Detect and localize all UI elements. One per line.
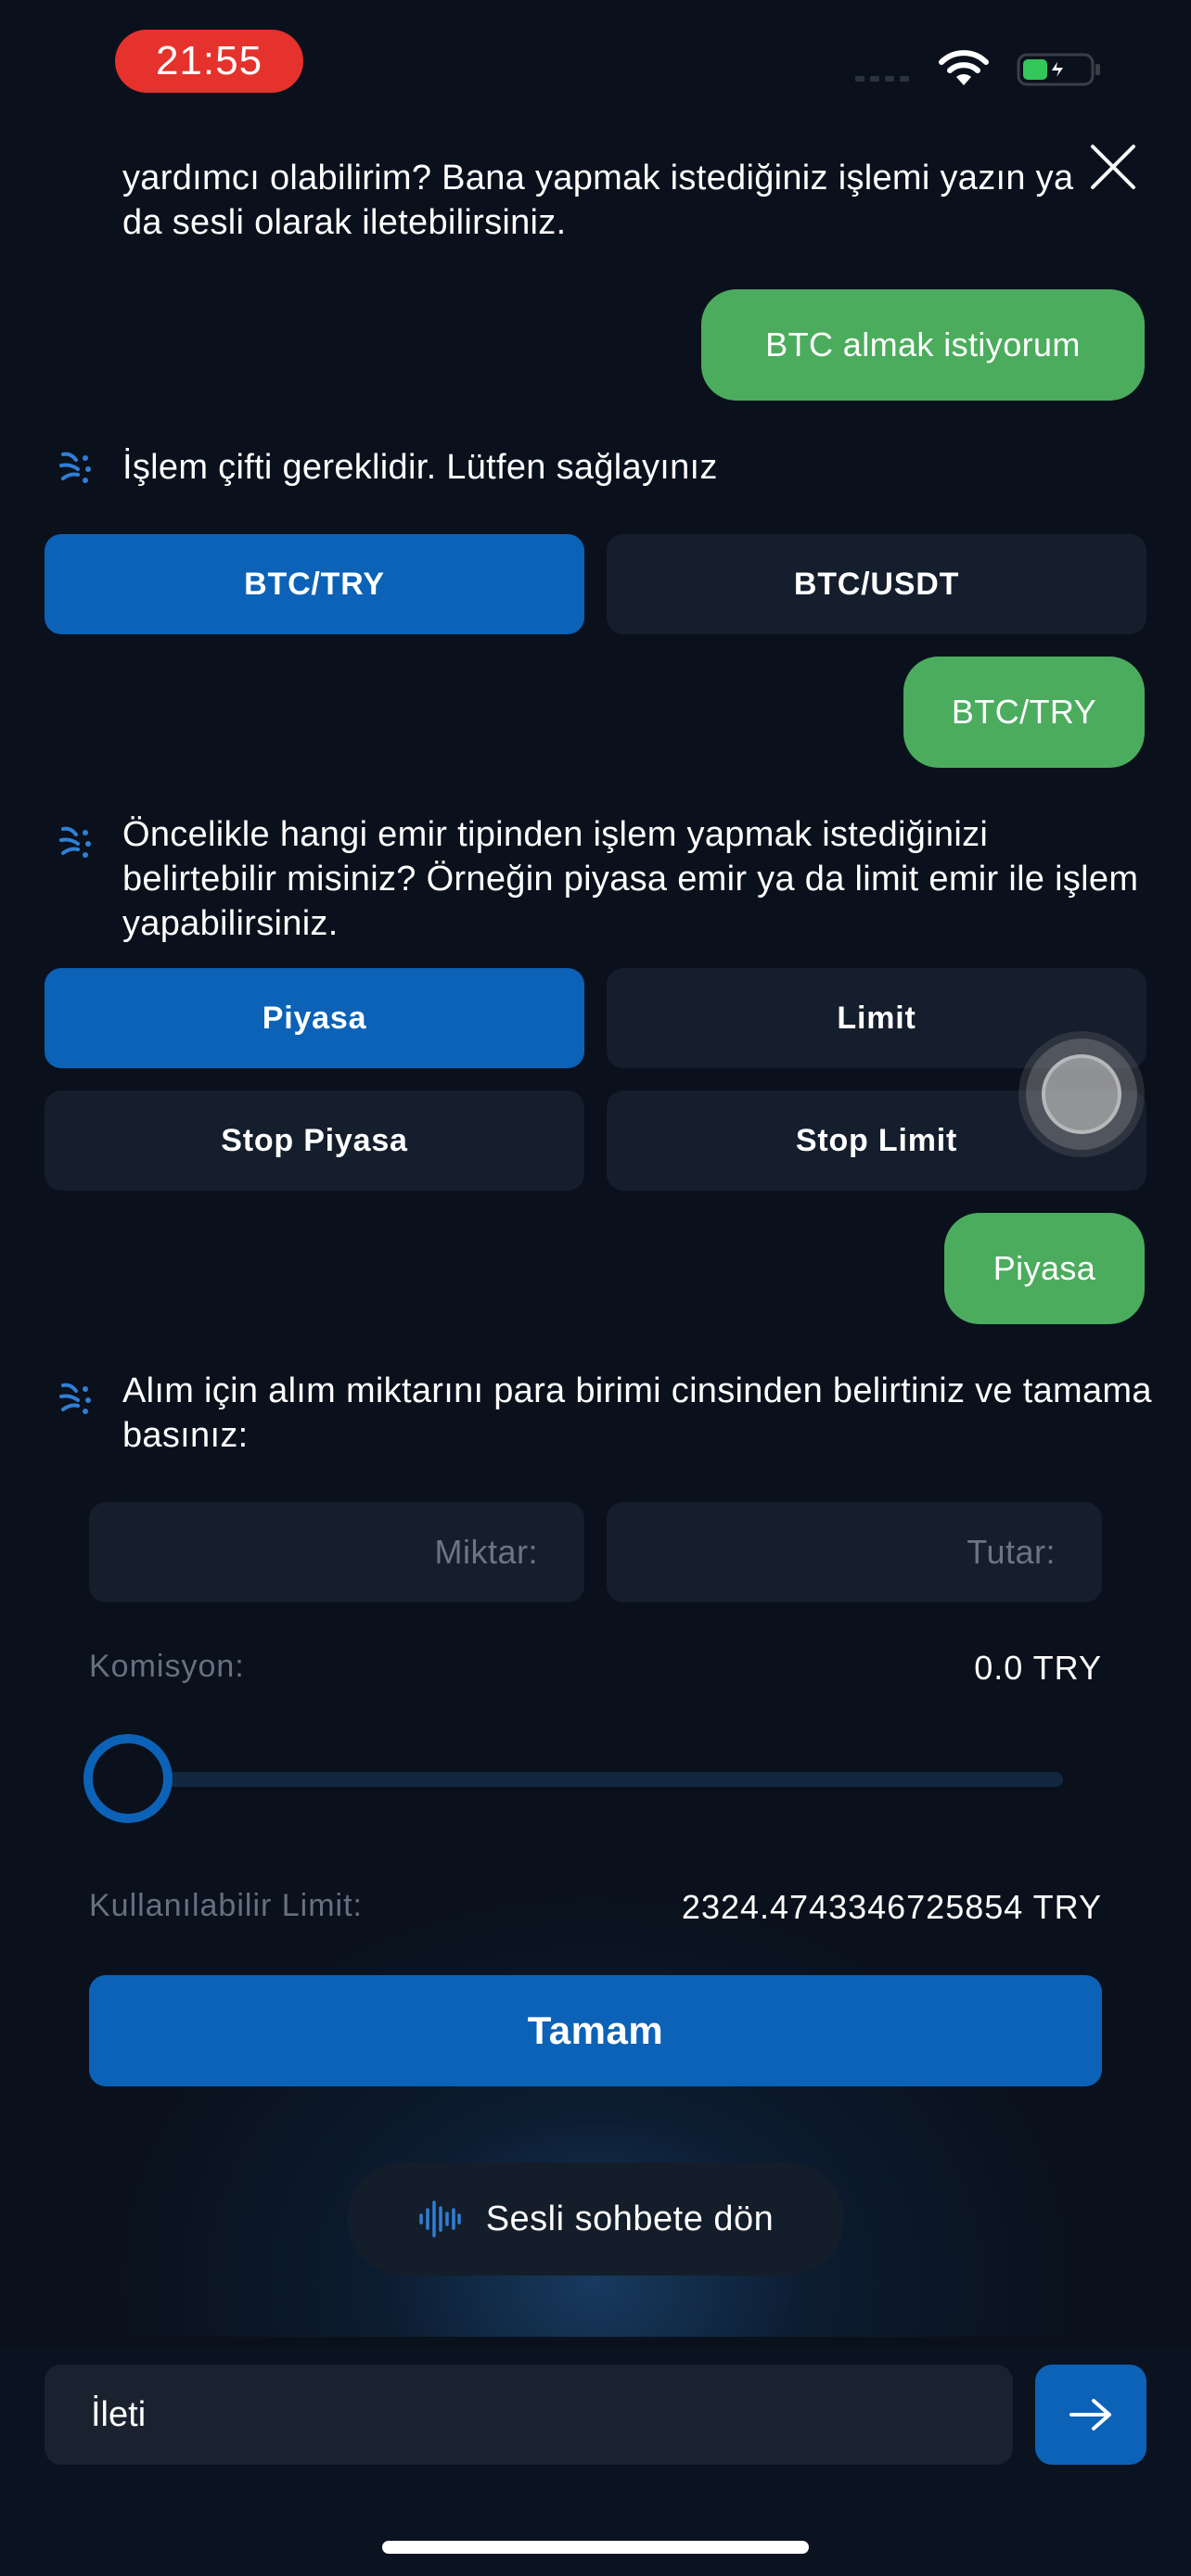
- assistive-touch-ring: [1026, 1039, 1137, 1150]
- bot-message-order-type: Öncelikle hangi emir tipinden işlem yapm…: [122, 815, 1139, 943]
- assistive-touch-button[interactable]: [1018, 1031, 1145, 1157]
- voice-wave-icon: [418, 2200, 461, 2238]
- status-time: 21:55: [115, 30, 303, 93]
- user-message: BTC/TRY: [903, 657, 1145, 768]
- order-option-piyasa[interactable]: Piyasa: [45, 968, 584, 1068]
- total-input[interactable]: Tutar:: [607, 1502, 1102, 1602]
- amount-input[interactable]: Miktar:: [89, 1502, 584, 1602]
- amount-slider-thumb[interactable]: [83, 1734, 173, 1823]
- wifi-icon: [939, 50, 989, 85]
- bot-avatar-icon: [59, 452, 91, 483]
- assistive-touch-core: [1042, 1054, 1121, 1134]
- arrow-right-icon: [1069, 2399, 1111, 2430]
- home-indicator[interactable]: [382, 2541, 809, 2554]
- cellular-signal-icon: [855, 69, 920, 82]
- commission-label: Komisyon:: [89, 1649, 245, 1684]
- pair-option-btc-try[interactable]: BTC/TRY: [45, 534, 584, 634]
- bot-avatar-icon: [59, 826, 91, 858]
- send-button[interactable]: [1035, 2365, 1146, 2465]
- bot-avatar-icon: [59, 1383, 91, 1414]
- commission-value: 0.0 TRY: [974, 1649, 1102, 1687]
- voice-chat-button[interactable]: Sesli sohbete dön: [347, 2162, 844, 2276]
- available-limit-value: 2324.4743346725854 TRY: [681, 1888, 1102, 1926]
- user-message: Piyasa: [944, 1213, 1145, 1324]
- confirm-button[interactable]: Tamam: [89, 1975, 1102, 2086]
- amount-slider-track[interactable]: [126, 1772, 1063, 1787]
- bot-message-amount: Alım için alım miktarını para birimi cin…: [122, 1371, 1152, 1455]
- message-input[interactable]: İleti: [45, 2365, 1013, 2465]
- bot-message-intro: yardımcı olabilirim? Bana yapmak istediğ…: [122, 159, 1074, 242]
- user-message: BTC almak istiyorum: [701, 289, 1145, 401]
- pair-option-btc-usdt[interactable]: BTC/USDT: [607, 534, 1146, 634]
- battery-icon: [1017, 53, 1100, 86]
- order-option-stop-piyasa[interactable]: Stop Piyasa: [45, 1090, 584, 1191]
- voice-chat-label: Sesli sohbete dön: [485, 2199, 775, 2238]
- available-limit-label: Kullanılabilir Limit:: [89, 1888, 363, 1923]
- bot-message-pair: İşlem çifti gereklidir. Lütfen sağlayını…: [122, 448, 718, 487]
